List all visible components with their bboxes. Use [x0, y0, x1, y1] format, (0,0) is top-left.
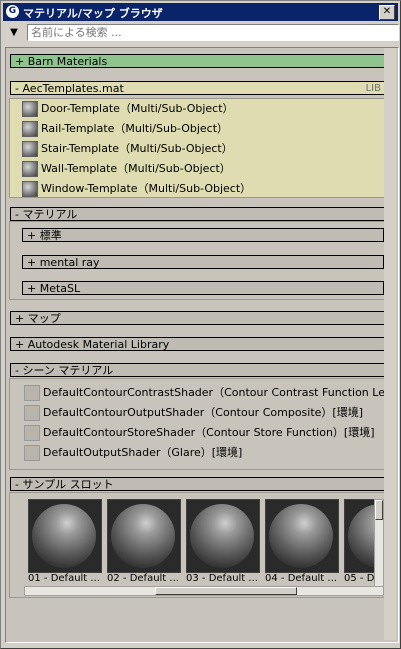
lib-tag: LIB [365, 83, 381, 94]
materials-contents: + 標準 + mental ray + MetaSL [9, 221, 387, 300]
sphere-preview-icon [269, 504, 333, 568]
material-swatch-icon [22, 161, 38, 177]
close-icon[interactable]: ✕ [379, 5, 395, 20]
material-swatch-icon [24, 405, 40, 421]
material-swatch-icon [24, 445, 40, 461]
app-icon: G [6, 5, 19, 18]
material-browser-window: G マテリアル/マップ ブラウザ ✕ ▼ + Barn Materials - … [0, 0, 401, 649]
vscroll-thumb[interactable] [375, 500, 383, 520]
slots-hscrollbar[interactable] [24, 586, 384, 596]
scene-materials-contents: DefaultContourContrastShader（Contour Con… [9, 378, 387, 470]
main-scrollbar[interactable] [384, 48, 396, 640]
list-item[interactable]: Door-Template（Multi/Sub-Object） [22, 99, 382, 118]
sphere-preview-icon [32, 504, 96, 568]
sphere-preview-icon [111, 504, 175, 568]
slot-strip: 01 - Default ... 02 - Default ... 03 - D… [24, 499, 384, 591]
search-input[interactable] [27, 24, 399, 41]
material-swatch-icon [22, 181, 38, 197]
list-item[interactable]: Window-Template（Multi/Sub-Object） [22, 179, 382, 198]
slots-vscrollbar[interactable] [374, 499, 384, 587]
list-item[interactable]: DefaultOutputShader（Glare）[環境] [24, 443, 384, 462]
list-item[interactable]: Stair-Template（Multi/Sub-Object） [22, 139, 382, 158]
group-label: - AecTemplates.mat [15, 82, 124, 95]
list-item[interactable]: Rail-Template（Multi/Sub-Object） [22, 119, 382, 138]
subgroup-metasl[interactable]: + MetaSL [22, 281, 384, 295]
sample-slot[interactable]: 02 - Default ... [107, 499, 181, 589]
group-scene-materials[interactable]: - シーン マテリアル [10, 363, 386, 377]
sample-slot[interactable]: 01 - Default ... [28, 499, 102, 589]
list-item[interactable]: DefaultContourStoreShader（Contour Store … [24, 423, 384, 442]
material-preview [107, 499, 181, 573]
window-title: マテリアル/マップ ブラウザ [23, 7, 163, 20]
browser-pane: + Barn Materials - AecTemplates.mat LIB … [5, 47, 399, 643]
list-item[interactable]: DefaultContourContrastShader（Contour Con… [24, 383, 384, 402]
aectemplates-contents: Door-Template（Multi/Sub-Object） Rail-Tem… [9, 98, 387, 198]
sample-slot[interactable]: 04 - Default ... [265, 499, 339, 589]
sphere-preview-icon [190, 504, 254, 568]
group-aectemplates[interactable]: - AecTemplates.mat LIB [10, 81, 386, 95]
material-swatch-icon [22, 141, 38, 157]
material-preview [265, 499, 339, 573]
material-swatch-icon [24, 425, 40, 441]
group-autodesk-library[interactable]: + Autodesk Material Library [10, 337, 386, 351]
group-maps[interactable]: + マップ [10, 311, 386, 325]
material-swatch-icon [24, 385, 40, 401]
group-sample-slots[interactable]: - サンプル スロット [10, 477, 386, 491]
hscroll-thumb[interactable] [155, 587, 297, 595]
material-swatch-icon [22, 101, 38, 117]
list-item[interactable]: Wall-Template（Multi/Sub-Object） [22, 159, 382, 178]
material-preview [28, 499, 102, 573]
menu-arrow-icon[interactable]: ▼ [6, 25, 22, 41]
material-preview [186, 499, 260, 573]
material-swatch-icon [22, 121, 38, 137]
subgroup-standard[interactable]: + 標準 [22, 228, 384, 242]
search-row: ▼ [3, 23, 399, 43]
group-materials[interactable]: - マテリアル [10, 207, 386, 221]
group-barn-materials[interactable]: + Barn Materials [10, 54, 386, 68]
title-bar[interactable]: G マテリアル/マップ ブラウザ ✕ [3, 3, 398, 21]
sample-slot[interactable]: 03 - Default ... [186, 499, 260, 589]
list-item[interactable]: DefaultContourOutputShader（Contour Compo… [24, 403, 384, 422]
subgroup-mental-ray[interactable]: + mental ray [22, 255, 384, 269]
sample-slots-contents: 01 - Default ... 02 - Default ... 03 - D… [9, 492, 387, 598]
